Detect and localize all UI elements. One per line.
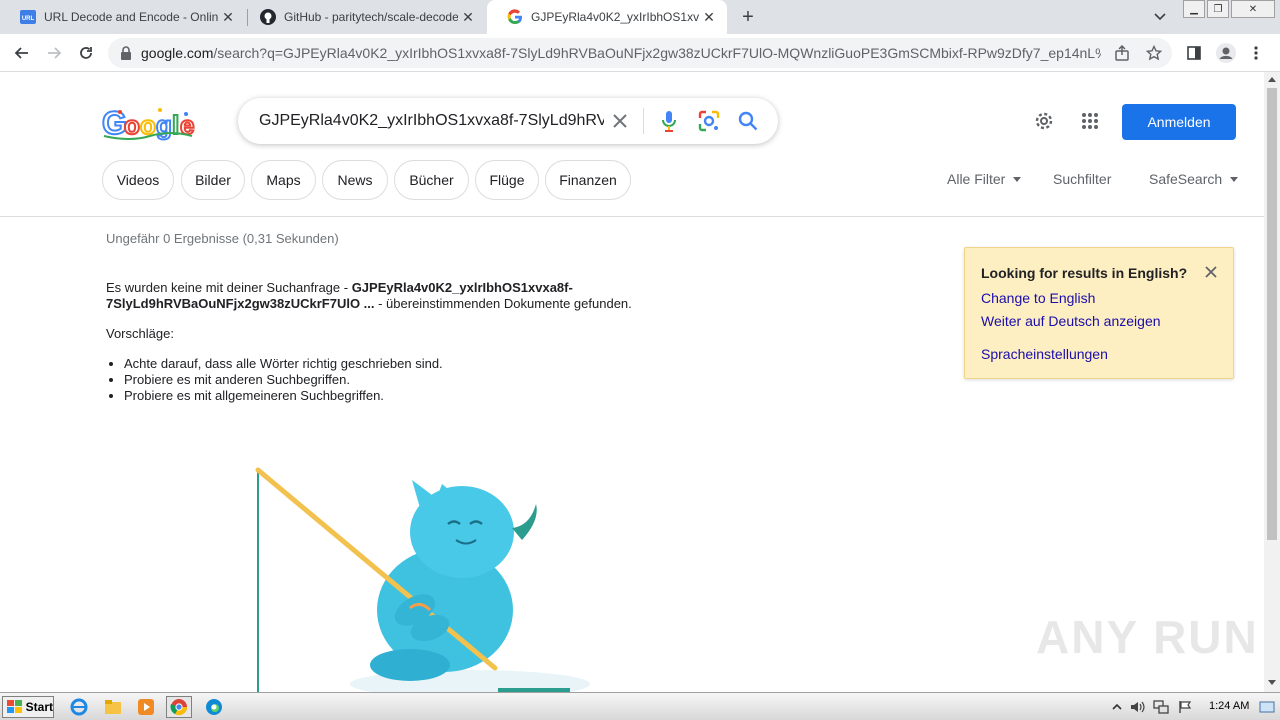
windows-taskbar: Start 1:24 AM	[0, 692, 1280, 720]
address-bar[interactable]: google.com/search?q=GJPEyRla4v0K2_yxIrIb…	[108, 38, 1172, 68]
all-filters-dropdown[interactable]: Alle Filter	[947, 171, 1022, 187]
reload-button[interactable]	[72, 39, 100, 67]
clear-search-icon[interactable]	[608, 109, 632, 133]
close-icon[interactable]	[1201, 262, 1221, 282]
language-card-heading: Looking for results in English?	[981, 265, 1188, 281]
internet-explorer-icon[interactable]	[66, 696, 92, 718]
browser-toolbar: google.com/search?q=GJPEyRla4v0K2_yxIrIb…	[0, 34, 1280, 72]
share-icon[interactable]	[1112, 43, 1132, 63]
chip-images[interactable]: Bilder	[181, 160, 245, 200]
start-button[interactable]: Start	[2, 696, 54, 718]
header-divider	[0, 216, 1264, 217]
browser-menu-icon[interactable]	[1242, 39, 1270, 67]
chip-maps[interactable]: Maps	[251, 160, 316, 200]
media-player-icon[interactable]	[133, 696, 159, 718]
close-window-button[interactable]: ✕	[1231, 0, 1275, 18]
profile-avatar-icon[interactable]	[1212, 39, 1240, 67]
windows-logo-icon	[7, 700, 22, 713]
chip-videos[interactable]: Videos	[102, 160, 174, 200]
search-box-divider	[643, 108, 644, 134]
google-favicon-icon	[507, 9, 523, 25]
chip-flights[interactable]: Flüge	[475, 160, 539, 200]
action-center-flag-icon[interactable]	[1176, 698, 1194, 716]
taskbar-clock[interactable]: 1:24 AM	[1209, 700, 1249, 712]
restore-button[interactable]: ❐	[1207, 0, 1229, 18]
show-hidden-icons-icon[interactable]	[1108, 698, 1126, 716]
github-favicon-icon	[260, 9, 276, 25]
scrollbar-thumb[interactable]	[1267, 88, 1277, 540]
start-label: Start	[25, 700, 53, 714]
chip-news[interactable]: News	[322, 160, 388, 200]
google-doodle-logo[interactable]: G o o g l e	[100, 104, 196, 144]
suggestions-label: Vorschläge:	[106, 326, 174, 341]
all-filters-label: Alle Filter	[947, 171, 1006, 187]
no-results-suffix: - übereinstimmenden Dokumente gefunden.	[374, 296, 632, 311]
keep-german-link[interactable]: Weiter auf Deutsch anzeigen	[981, 313, 1161, 329]
sign-in-button[interactable]: Anmelden	[1122, 104, 1236, 140]
edge-taskbar-icon[interactable]	[201, 696, 227, 718]
safesearch-dropdown[interactable]: SafeSearch	[1149, 171, 1239, 187]
search-input[interactable]: GJPEyRla4v0K2_yxIrIbhOS1xvxa8f-7SlyLd9hR…	[259, 112, 604, 130]
svg-text:URL: URL	[22, 16, 35, 22]
search-tools-label: Suchfilter	[1053, 171, 1112, 187]
chevron-down-icon	[1230, 176, 1239, 182]
minimize-button[interactable]: ▁	[1183, 0, 1205, 18]
tab-title: URL Decode and Encode - Online	[44, 10, 218, 24]
svg-text:g: g	[156, 110, 172, 140]
list-item: Achte darauf, dass alle Wörter richtig g…	[124, 356, 443, 372]
no-results-message: Es wurden keine mit deiner Suchanfrage -…	[106, 280, 726, 312]
result-stats: Ungefähr 0 Ergebnisse (0,31 Sekunden)	[106, 231, 339, 246]
scroll-down-arrow-icon[interactable]	[1268, 680, 1276, 685]
suggestions-list: Achte darauf, dass alle Wörter richtig g…	[124, 356, 443, 404]
lens-search-icon[interactable]	[697, 109, 721, 133]
tab-github[interactable]: GitHub - paritytech/scale-decode: De ✕	[240, 0, 486, 34]
address-url[interactable]: google.com/search?q=GJPEyRla4v0K2_yxIrIb…	[141, 45, 1101, 61]
language-suggestion-card: Looking for results in English? Change t…	[964, 247, 1234, 379]
chrome-taskbar-icon[interactable]	[166, 696, 192, 718]
new-tab-button[interactable]: +	[736, 5, 760, 29]
chip-books[interactable]: Bücher	[394, 160, 469, 200]
url-decode-favicon-icon: URL	[20, 9, 36, 25]
list-item: Probiere es mit anderen Suchbegriffen.	[124, 372, 443, 388]
tab-close-icon[interactable]: ✕	[699, 7, 719, 27]
show-desktop-icon[interactable]	[1258, 698, 1276, 716]
anyrun-watermark: ANY RUN	[1036, 611, 1259, 663]
search-tools-button[interactable]: Suchfilter	[1053, 171, 1111, 187]
vertical-scrollbar[interactable]	[1264, 72, 1280, 692]
tab-url-decode[interactable]: URL URL Decode and Encode - Online ✕	[0, 0, 246, 34]
language-settings-link[interactable]: Spracheinstellungen	[981, 346, 1108, 362]
tab-search-chevron-icon[interactable]	[1150, 7, 1170, 27]
no-results-illustration	[240, 460, 600, 698]
tab-strip: URL URL Decode and Encode - Online ✕ Git…	[0, 0, 1280, 34]
forward-button[interactable]	[40, 39, 68, 67]
tab-title: GitHub - paritytech/scale-decode: De	[284, 10, 458, 24]
file-explorer-icon[interactable]	[100, 696, 126, 718]
tab-close-icon[interactable]: ✕	[458, 7, 478, 27]
bookmark-star-icon[interactable]	[1144, 43, 1164, 63]
no-results-prefix: Es wurden keine mit deiner Suchanfrage -	[106, 280, 352, 295]
tab-google-search[interactable]: GJPEyRla4v0K2_yxIrIbhOS1xvxa8f- ✕	[487, 0, 727, 34]
back-button[interactable]	[8, 39, 36, 67]
settings-gear-icon[interactable]	[1031, 108, 1057, 134]
scroll-up-arrow-icon[interactable]	[1268, 77, 1276, 82]
volume-icon[interactable]	[1129, 698, 1147, 716]
url-host: google.com	[141, 45, 214, 61]
search-icon[interactable]	[736, 109, 760, 133]
lock-icon[interactable]	[120, 46, 132, 65]
search-box[interactable]: GJPEyRla4v0K2_yxIrIbhOS1xvxa8f-7SlyLd9hR…	[238, 98, 778, 144]
network-icon[interactable]	[1152, 698, 1170, 716]
svg-text:l: l	[172, 110, 179, 140]
chevron-down-icon	[1013, 176, 1022, 182]
side-panel-icon[interactable]	[1180, 39, 1208, 67]
change-to-english-link[interactable]: Change to English	[981, 290, 1095, 306]
voice-search-icon[interactable]	[657, 109, 681, 133]
list-item: Probiere es mit allgemeineren Suchbegrif…	[124, 388, 443, 404]
safesearch-label: SafeSearch	[1149, 171, 1223, 187]
svg-text:o: o	[124, 110, 140, 140]
google-apps-icon[interactable]	[1077, 108, 1103, 134]
url-path: /search?q=GJPEyRla4v0K2_yxIrIbhOS1xvxa8f…	[213, 45, 1101, 61]
chip-finance[interactable]: Finanzen	[545, 160, 631, 200]
tab-title: GJPEyRla4v0K2_yxIrIbhOS1xvxa8f-	[531, 10, 699, 24]
tab-close-icon[interactable]: ✕	[218, 7, 238, 27]
